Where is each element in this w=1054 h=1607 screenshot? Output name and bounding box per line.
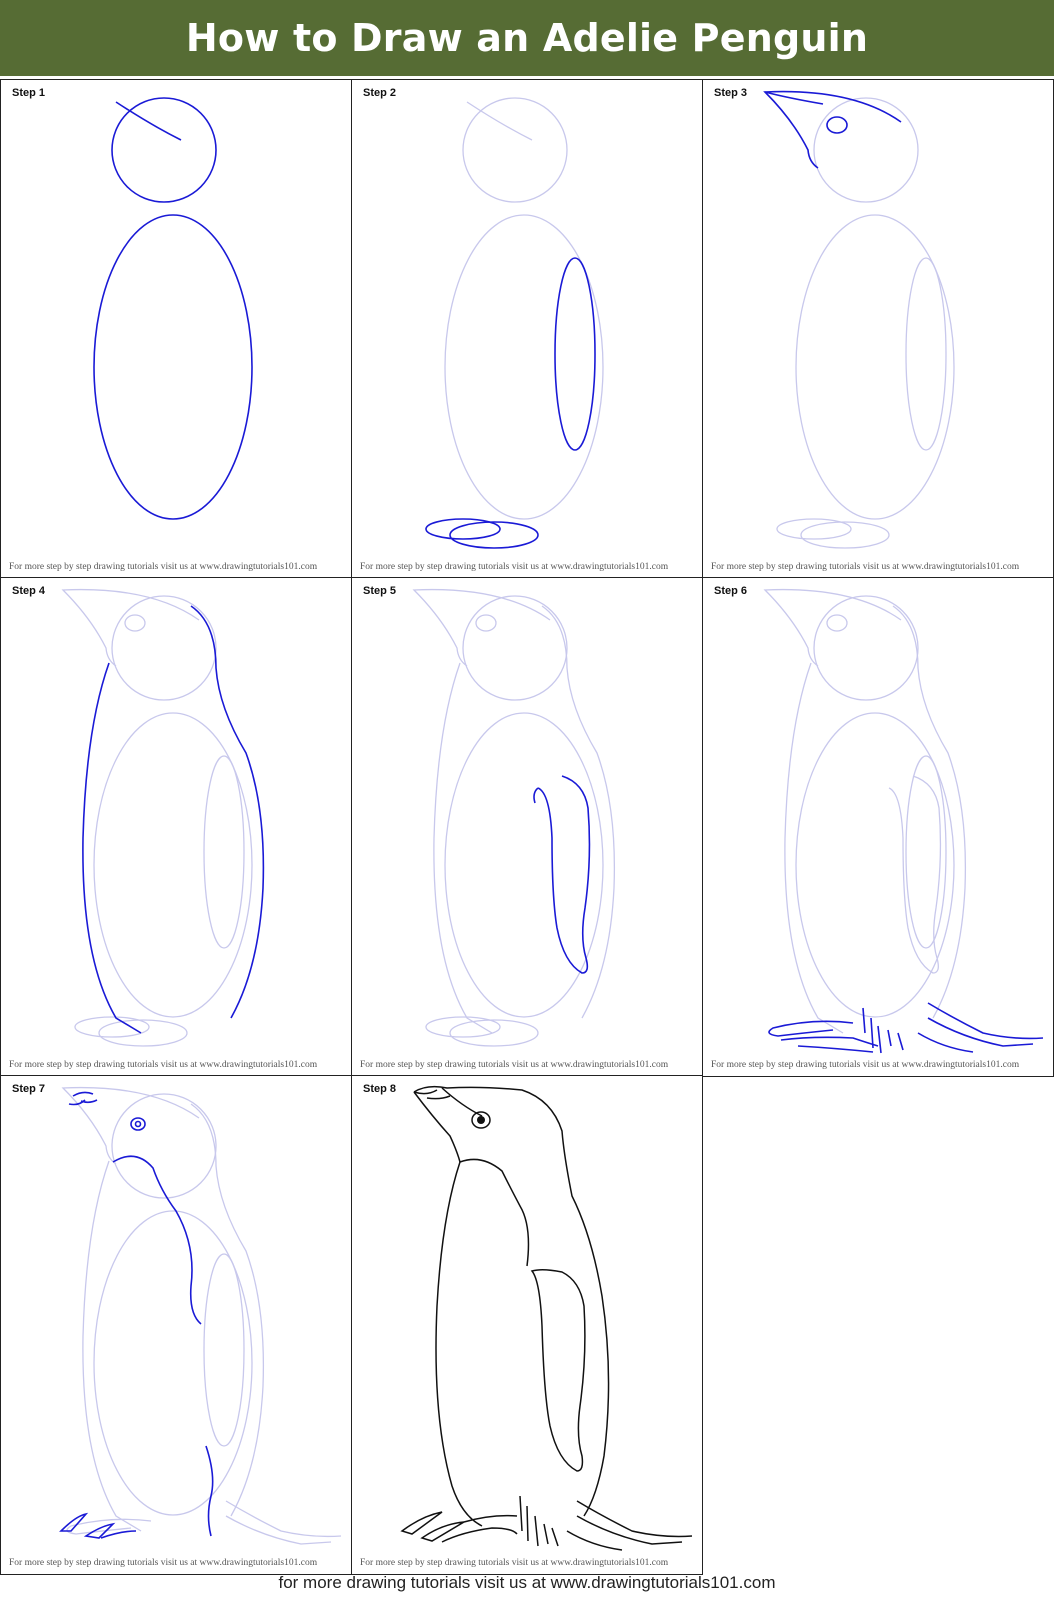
step-panel-1: Step 1 For more step by step drawing tut… bbox=[0, 79, 352, 579]
step-panel-8: Step 8 For more step by step drawing tut… bbox=[351, 1075, 703, 1575]
step-2-drawing bbox=[425, 97, 604, 549]
credit-text: For more step by step drawing tutorials … bbox=[9, 1060, 318, 1070]
step-7-drawing bbox=[59, 1086, 342, 1545]
step-6-drawing bbox=[763, 588, 1044, 1054]
credit-text: For more step by step drawing tutorials … bbox=[360, 1060, 669, 1070]
footer-text: for more drawing tutorials visit us at w… bbox=[278, 1573, 776, 1592]
credit-text: For more step by step drawing tutorials … bbox=[9, 1558, 318, 1568]
step-panel-3: Step 3 For more step by step drawing tut… bbox=[702, 79, 1054, 579]
credit-text: For more step by step drawing tutorials … bbox=[360, 562, 669, 572]
step-panel-4: Step 4 For more step by step drawing tut… bbox=[0, 577, 352, 1077]
page-title: How to Draw an Adelie Penguin bbox=[185, 16, 869, 60]
step-panel-2: Step 2 For more step by step drawing tut… bbox=[351, 79, 703, 579]
step-8-drawing bbox=[400, 1085, 693, 1551]
step-panel-6: Step 6 For more step by step drawing tut… bbox=[702, 577, 1054, 1077]
step-panel-5: Step 5 For more step by step drawing tut… bbox=[351, 577, 703, 1077]
credit-text: For more step by step drawing tutorials … bbox=[360, 1558, 669, 1568]
credit-text: For more step by step drawing tutorials … bbox=[711, 1060, 1020, 1070]
credit-text: For more step by step drawing tutorials … bbox=[9, 562, 318, 572]
step-4-drawing bbox=[61, 588, 265, 1047]
credit-text: For more step by step drawing tutorials … bbox=[711, 562, 1020, 572]
title-banner: How to Draw an Adelie Penguin bbox=[0, 0, 1054, 76]
step-panel-7: Step 7 For more step by step drawing tut… bbox=[0, 1075, 352, 1575]
step-1-drawing bbox=[93, 97, 253, 520]
step-3-drawing bbox=[763, 90, 955, 549]
step-5-drawing bbox=[412, 588, 616, 1047]
